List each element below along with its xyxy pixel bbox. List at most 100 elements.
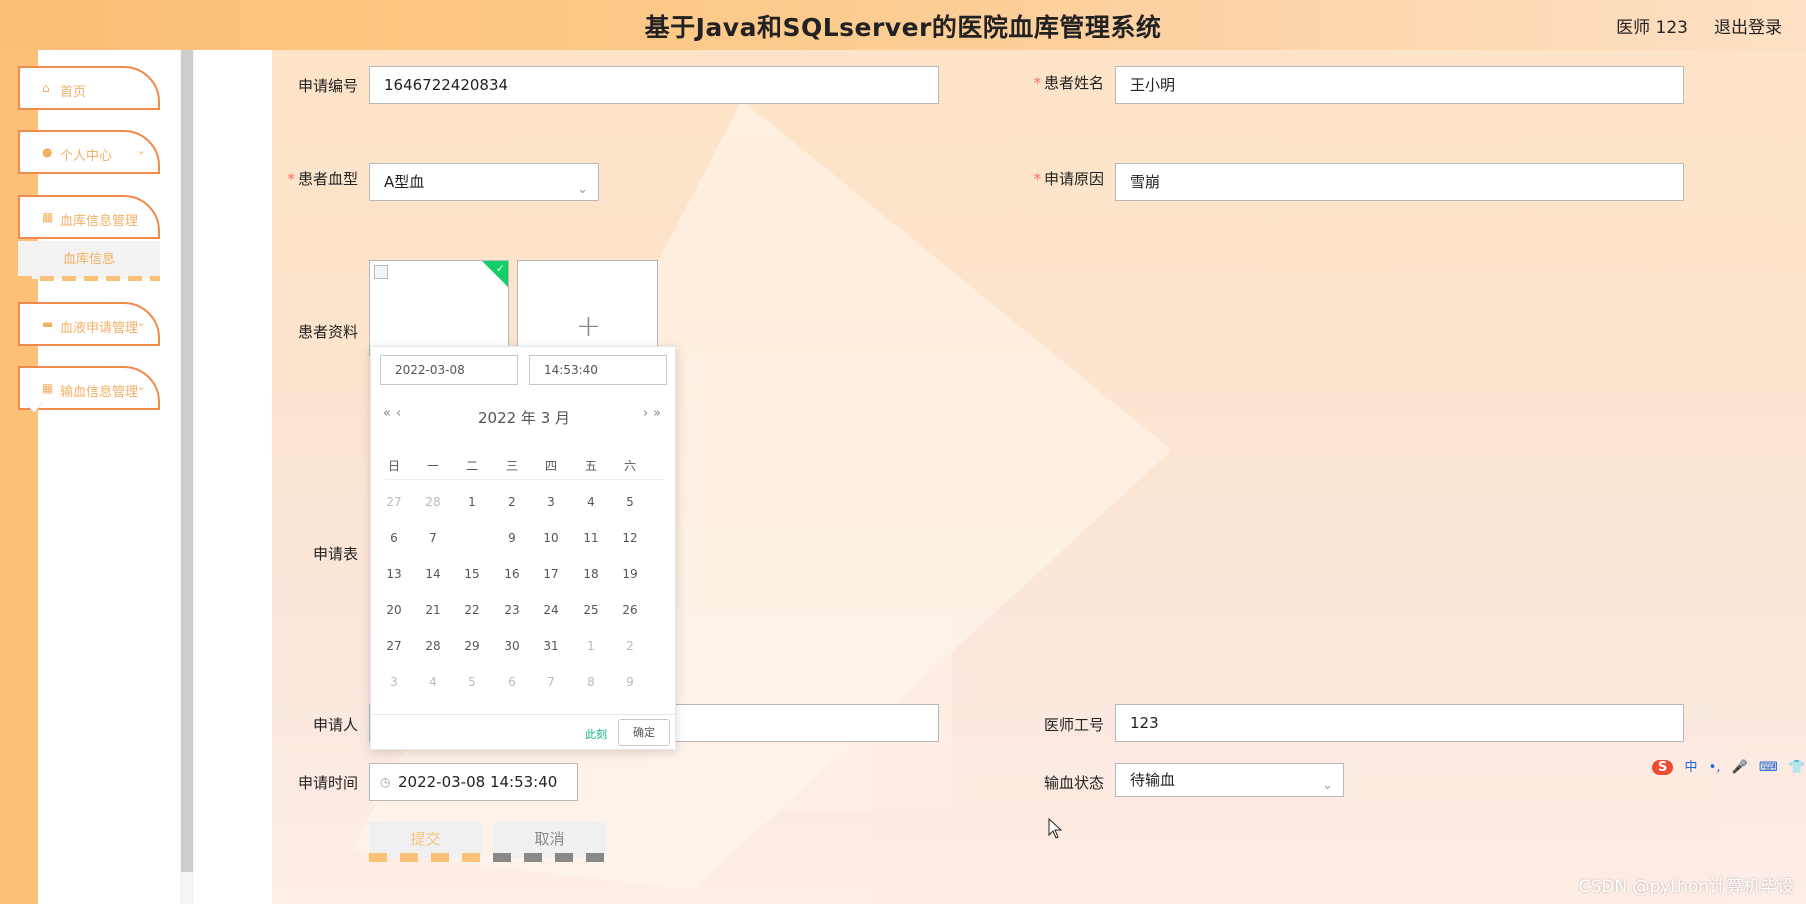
calendar-day[interactable]: 4	[572, 495, 610, 509]
keyboard-icon[interactable]: ⌨	[1759, 760, 1778, 775]
calendar-day[interactable]: 9	[611, 675, 649, 689]
picker-date-input[interactable]: 2022-03-08	[380, 355, 518, 385]
skin-icon[interactable]: 👕	[1789, 760, 1805, 775]
chevron-down-icon: ⌄	[1322, 778, 1333, 793]
time-value: 2022-03-08 14:53:40	[398, 773, 558, 791]
ime-punctuation-icon[interactable]: •,	[1709, 760, 1721, 775]
sidebar-subitem-blood-info[interactable]: 血库信息	[18, 241, 160, 279]
calendar-day[interactable]: 1	[572, 639, 610, 653]
calendar-day[interactable]: 5	[611, 495, 649, 509]
calendar-day[interactable]: 6	[375, 531, 413, 545]
sidebar-item-profile[interactable]: ● 个人中心 ⌄	[18, 130, 160, 174]
calendar-day[interactable]: 7	[414, 531, 452, 545]
calendar-day[interactable]: 31	[532, 639, 570, 653]
calendar-day[interactable]: 24	[532, 603, 570, 617]
patient-name-label: * 患者姓名	[1033, 74, 1104, 92]
calendar-day[interactable]: 18	[572, 567, 610, 581]
chevron-down-icon: ⌄	[136, 144, 146, 157]
sidebar-item-label: 血液申请管理	[60, 321, 139, 336]
calendar-day[interactable]: 14	[414, 567, 452, 581]
patient-name-field[interactable]: 王小明	[1115, 66, 1684, 104]
calendar-day[interactable]: 22	[453, 603, 491, 617]
ime-toolbar[interactable]: S 中 •, 🎤 ⌨ 👕	[1652, 756, 1806, 780]
app-no-label: 申请编号	[297, 77, 358, 95]
blood-type-select[interactable]: A型血 ⌄	[369, 163, 599, 201]
status-select[interactable]: 待输血 ⌄	[1115, 763, 1344, 797]
materials-label: 患者资料	[297, 323, 358, 341]
next-year-icon[interactable]: »	[653, 406, 661, 421]
logout-link[interactable]: 退出登录	[1714, 13, 1782, 38]
sidebar-item-blood-bank[interactable]: ▦ 血库信息管理	[18, 195, 160, 239]
user-icon: ●	[42, 145, 53, 159]
calendar-day-selected[interactable]: 8	[453, 527, 491, 548]
sidebar-item-label: 血库信息管理	[60, 214, 139, 229]
calendar-day[interactable]: 19	[611, 567, 649, 581]
calendar-day[interactable]: 6	[493, 675, 531, 689]
weekday-label: 二	[465, 459, 478, 473]
doctor-id-field[interactable]: 123	[1115, 704, 1684, 742]
calendar-day[interactable]: 7	[532, 675, 570, 689]
reason-field[interactable]: 雪崩	[1115, 163, 1684, 201]
calendar-day[interactable]: 23	[493, 603, 531, 617]
sidebar	[38, 50, 178, 904]
calendar-day[interactable]: 17	[532, 567, 570, 581]
calendar-day[interactable]: 21	[414, 603, 452, 617]
calendar-day[interactable]: 27	[375, 639, 413, 653]
blood-type-label: * 患者血型	[287, 170, 358, 188]
calendar-day[interactable]: 30	[493, 639, 531, 653]
calendar-day[interactable]: 2	[493, 495, 531, 509]
time-label: 申请时间	[297, 774, 358, 792]
upload-add-button[interactable]: +	[517, 260, 658, 356]
calendar-day[interactable]: 1	[453, 495, 491, 509]
ime-mode-icon[interactable]: 中	[1685, 760, 1698, 775]
cancel-underline	[493, 853, 606, 862]
weekday-label: 三	[505, 459, 518, 473]
sidebar-scroll-thumb[interactable]	[181, 50, 193, 872]
time-field[interactable]: ◷ 2022-03-08 14:53:40	[369, 763, 578, 801]
calendar-day[interactable]: 8	[572, 675, 610, 689]
calendar-day[interactable]: 25	[572, 603, 610, 617]
calendar-day[interactable]: 15	[453, 567, 491, 581]
grid-icon: ▦	[42, 381, 54, 395]
picker-time-input[interactable]: 14:53:40	[529, 355, 667, 385]
ime-logo-icon[interactable]: S	[1652, 760, 1674, 775]
mouse-cursor-icon	[1048, 818, 1063, 839]
confirm-button[interactable]: 确定	[618, 719, 670, 746]
weekday-label: 五	[584, 459, 597, 473]
reason-label: * 申请原因	[1033, 170, 1104, 188]
calendar-day[interactable]: 10	[532, 531, 570, 545]
calendar-day[interactable]: 29	[453, 639, 491, 653]
clock-icon: ◷	[380, 775, 391, 789]
status-label: 输血状态	[1043, 774, 1104, 792]
calendar-day[interactable]: 5	[453, 675, 491, 689]
calendar-day[interactable]: 16	[493, 567, 531, 581]
sidebar-item-blood-request[interactable]: ▬ 血液申请管理 ⌄	[18, 302, 160, 346]
uploaded-image-thumbnail[interactable]: ✓	[369, 260, 509, 356]
calendar-day[interactable]: 27	[375, 495, 413, 509]
app-no-field[interactable]: 1646722420834	[369, 66, 939, 104]
weekday-label: 六	[623, 459, 636, 473]
calendar-day[interactable]: 2	[611, 639, 649, 653]
sidebar-item-home[interactable]: ⌂ 首页	[18, 66, 160, 110]
calendar-day[interactable]: 4	[414, 675, 452, 689]
calendar-day[interactable]: 12	[611, 531, 649, 545]
microphone-icon[interactable]: 🎤	[1732, 760, 1748, 775]
calendar-day[interactable]: 26	[611, 603, 649, 617]
calendar-day[interactable]: 9	[493, 531, 531, 545]
calendar-day[interactable]: 13	[375, 567, 413, 581]
now-link[interactable]: 此刻	[585, 726, 607, 742]
user-info: 医师 123	[1616, 18, 1688, 38]
calendar-day[interactable]: 3	[375, 675, 413, 689]
calendar-day[interactable]: 3	[532, 495, 570, 509]
submenu-underline	[18, 276, 160, 281]
document-icon: ▬	[42, 317, 54, 331]
picker-month-header: 2022 年 3 月	[477, 409, 571, 427]
app-title: 基于Java和SQLserver的医院血库管理系统	[644, 13, 1162, 42]
top-header: 基于Java和SQLserver的医院血库管理系统 医师 123 退出登录	[0, 0, 1806, 50]
calendar-day[interactable]: 28	[414, 639, 452, 653]
calendar-day[interactable]: 28	[414, 495, 452, 509]
sidebar-item-label: 输血信息管理	[60, 385, 139, 400]
calendar-day[interactable]: 11	[572, 531, 610, 545]
calendar-day[interactable]: 20	[375, 603, 413, 617]
next-month-icon[interactable]: ›	[643, 406, 648, 421]
